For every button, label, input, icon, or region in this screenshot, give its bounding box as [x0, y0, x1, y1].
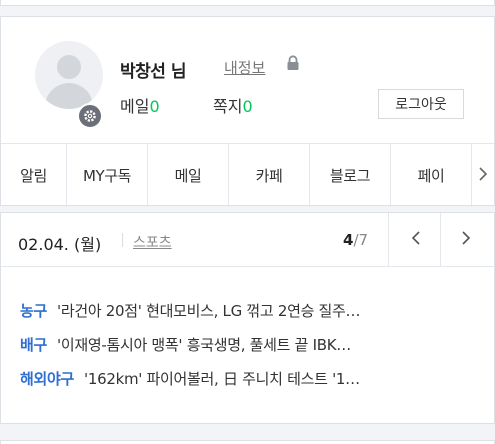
news-tag: 배구: [20, 336, 48, 354]
service-tab-pay[interactable]: 페이: [391, 144, 472, 207]
mail-link[interactable]: 메일0: [120, 93, 160, 117]
news-title: '162km' 파이어볼러, 日 주니치 테스트 '1…: [84, 370, 360, 388]
next-panel-edge: [0, 440, 495, 444]
news-category-link[interactable]: 스포츠: [133, 232, 172, 252]
account-panel: 박창선 님 내정보 메일0 쪽지0 로그아웃 알림 MY구독 메일 카페 블로그…: [0, 16, 495, 207]
mail-count: 0: [149, 97, 160, 116]
prev-page-button[interactable]: [396, 213, 436, 267]
mail-label: 메일: [120, 97, 150, 116]
previous-panel-edge: [0, 0, 495, 6]
news-list: 농구 '라건아 20점' 현대모비스, LG 꺾고 2연승 질주… 배구 '이재영-…: [20, 294, 480, 396]
service-next-button[interactable]: [472, 144, 494, 207]
gear-icon[interactable]: [77, 103, 103, 129]
page-current: 4: [343, 231, 354, 249]
note-link[interactable]: 쪽지0: [213, 93, 253, 117]
lock-icon: [286, 55, 300, 75]
service-tab-cafe[interactable]: 카페: [229, 144, 310, 207]
logout-button[interactable]: 로그아웃: [378, 89, 464, 119]
news-item[interactable]: 농구 '라건아 20점' 현대모비스, LG 꺾고 2연승 질주…: [20, 294, 480, 328]
news-tag: 농구: [20, 302, 48, 320]
divider: [388, 213, 389, 267]
note-count: 0: [242, 97, 253, 116]
chevron-right-icon: [478, 166, 488, 185]
service-tab-my-subscription[interactable]: MY구독: [67, 144, 148, 207]
news-panel: 02.04. (월) 스포츠 4/7 농구 '라건아 20점' 현대모비스, LG…: [0, 212, 495, 424]
divider: [440, 213, 441, 267]
news-tag: 해외야구: [20, 370, 75, 388]
page-total: /7: [353, 231, 369, 249]
chevron-right-icon: [461, 230, 471, 250]
news-header: 02.04. (월) 스포츠 4/7: [1, 213, 494, 267]
news-title: '라건아 20점' 현대모비스, LG 꺾고 2연승 질주…: [57, 302, 361, 320]
next-page-button[interactable]: [446, 213, 486, 267]
service-nav: 알림 MY구독 메일 카페 블로그 페이: [1, 143, 494, 207]
service-tab-alarm[interactable]: 알림: [1, 144, 67, 207]
chevron-left-icon: [411, 230, 421, 250]
page-indicator: 4/7: [343, 231, 368, 249]
my-info-link[interactable]: 내정보: [224, 57, 265, 78]
news-item[interactable]: 배구 '이재영-톰시아 맹폭' 흥국생명, 풀세트 끝 IBK…: [20, 328, 480, 362]
news-item[interactable]: 해외야구 '162km' 파이어볼러, 日 주니치 테스트 '1…: [20, 362, 480, 396]
service-tab-blog[interactable]: 블로그: [310, 144, 391, 207]
divider: [122, 233, 123, 247]
news-date: 02.04. (월): [18, 235, 102, 254]
service-tab-mail[interactable]: 메일: [148, 144, 229, 207]
note-label: 쪽지: [213, 97, 243, 116]
news-title: '이재영-톰시아 맹폭' 흥국생명, 풀세트 끝 IBK…: [57, 336, 351, 354]
avatar-head-shape: [57, 55, 81, 79]
user-name: 박창선 님: [120, 62, 186, 82]
avatar[interactable]: [35, 41, 103, 109]
